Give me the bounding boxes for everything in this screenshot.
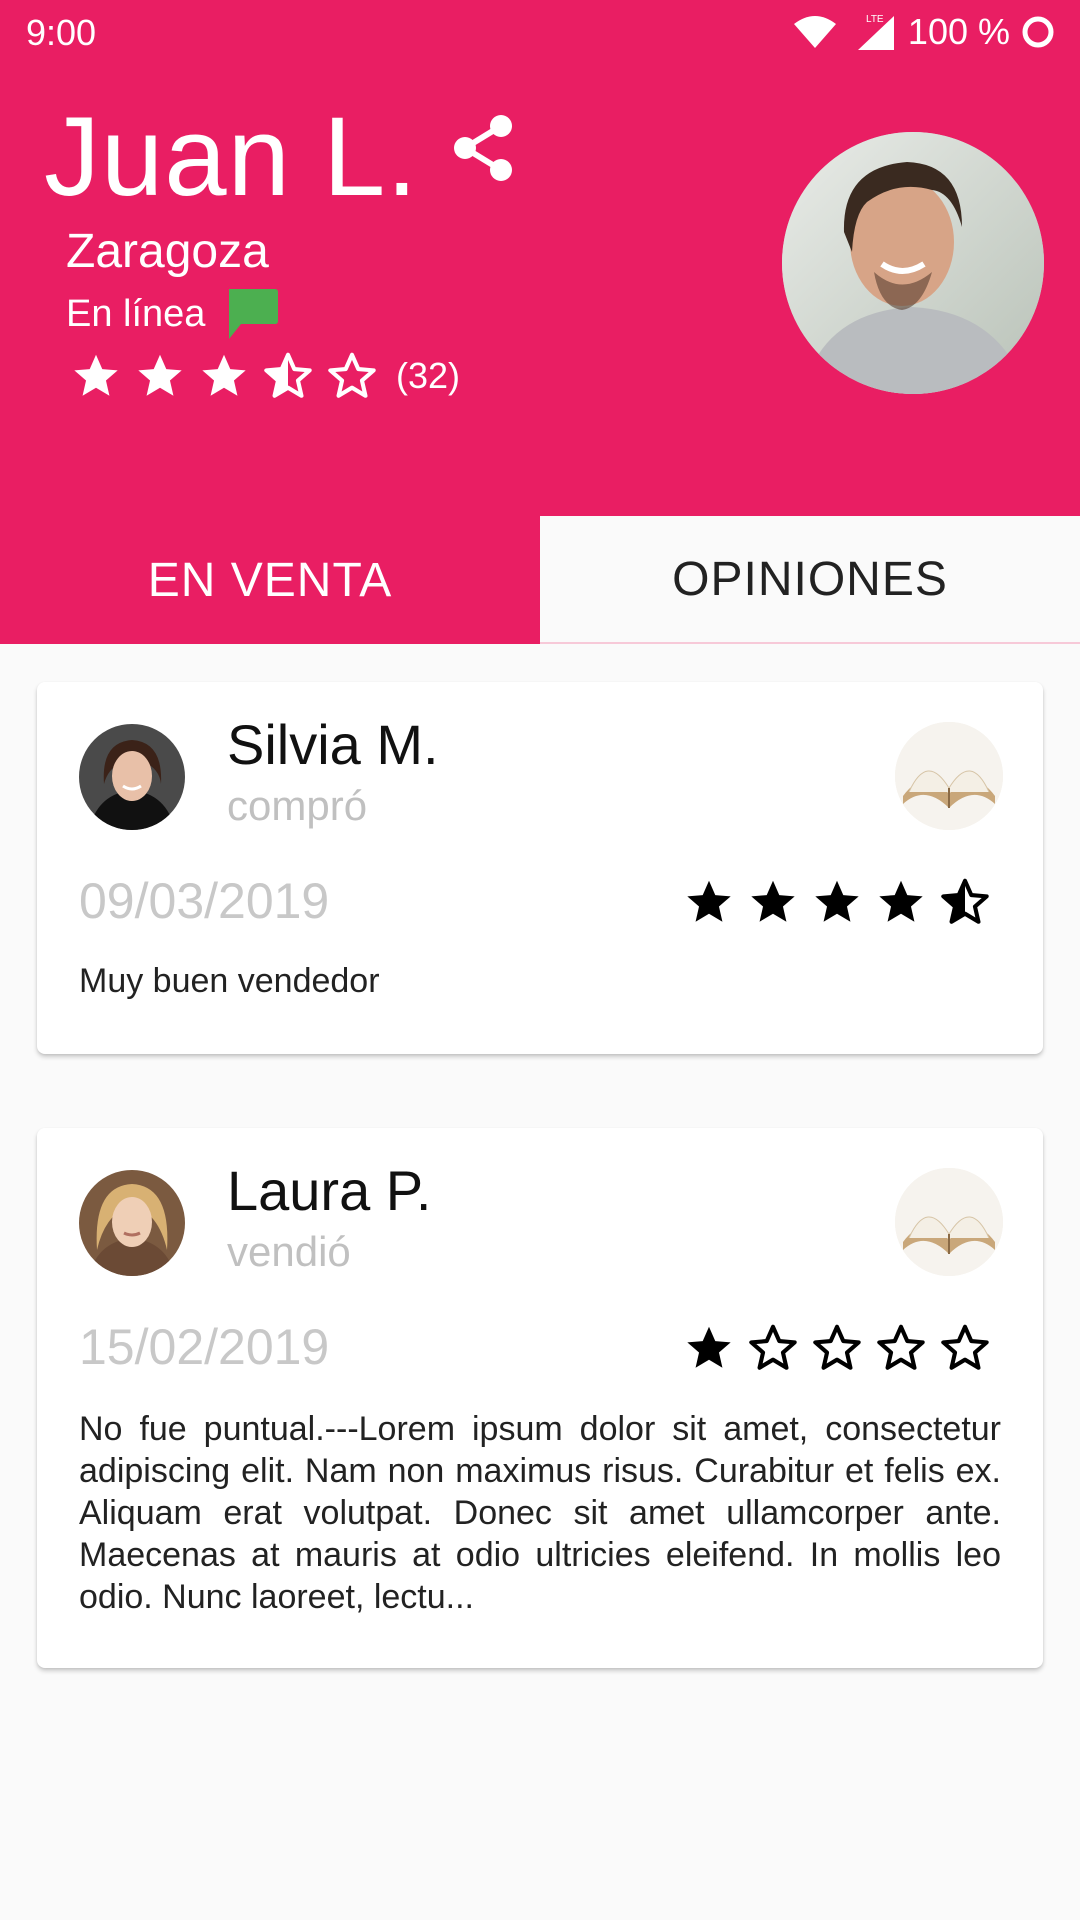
profile-header: 9:00 LTE 100 % Juan L. Zaragoza En línea: [0, 0, 1080, 516]
review-date: 15/02/2019: [79, 1319, 330, 1375]
empty-star-icon: [747, 1322, 799, 1374]
status-icons: LTE 100 %: [792, 11, 1056, 52]
reviewer-action: vendió: [227, 1228, 351, 1275]
battery-text: 100 %: [907, 11, 1010, 52]
profile-rating: (32): [70, 348, 460, 404]
reviewer-name: Laura P.: [227, 1159, 432, 1222]
star-icon: [875, 876, 927, 928]
book-icon: [895, 722, 1003, 830]
review-rating: [683, 1322, 991, 1374]
profile-name: Juan L.: [44, 94, 419, 219]
reviewer-avatar: [79, 1170, 185, 1276]
star-icon: [683, 876, 735, 928]
tab-opiniones[interactable]: OPINIONES: [540, 516, 1080, 644]
star-icon: [70, 350, 122, 402]
review-card[interactable]: Laura P. vendió 15/02/2019 No fue puntua…: [37, 1128, 1043, 1668]
half-star-icon: [939, 876, 991, 928]
empty-star-icon: [811, 1322, 863, 1374]
review-card[interactable]: Silvia M. compró 09/03/2019 Muy buen ven…: [37, 682, 1043, 1054]
status-bar: 9:00 LTE 100 %: [0, 0, 1080, 64]
profile-city: Zaragoza: [66, 225, 269, 278]
half-star-icon: [262, 350, 314, 402]
review-rating: [683, 876, 991, 928]
online-status-text: En línea: [66, 292, 206, 335]
empty-star-icon: [939, 1322, 991, 1374]
rating-count: (32): [396, 355, 461, 396]
star-icon: [134, 350, 186, 402]
review-text: No fue puntual.---Lorem ipsum dolor sit …: [79, 1410, 1001, 1616]
star-icon: [811, 876, 863, 928]
status-time: 9:00: [26, 12, 97, 53]
lte-signal-icon: LTE: [857, 14, 894, 50]
empty-star-icon: [326, 350, 378, 402]
profile-avatar: [782, 132, 1044, 394]
online-status: En línea: [66, 286, 279, 342]
tab-en-venta[interactable]: EN VENTA: [0, 516, 540, 644]
svg-text:LTE: LTE: [866, 14, 884, 25]
chat-icon[interactable]: [225, 287, 279, 341]
reviewer-avatar: [79, 724, 185, 830]
review-date: 09/03/2019: [79, 873, 330, 929]
book-icon: [895, 1168, 1003, 1276]
reviewer-action: compró: [227, 782, 368, 829]
star-icon: [683, 1322, 735, 1374]
empty-star-icon: [875, 1322, 927, 1374]
review-text: Muy buen vendedor: [79, 962, 380, 1000]
battery-ring-icon: [1022, 16, 1054, 48]
wifi-icon: [793, 16, 836, 48]
share-icon[interactable]: [452, 112, 516, 184]
reviewer-name: Silvia M.: [227, 713, 439, 776]
star-icon: [198, 350, 250, 402]
star-icon: [747, 876, 799, 928]
